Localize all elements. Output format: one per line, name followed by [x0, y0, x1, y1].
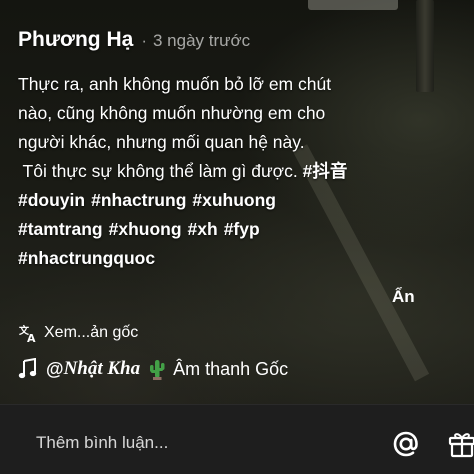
- video-screen[interactable]: Phương Hạ · 3 ngày trước Thực ra, anh kh…: [0, 0, 474, 474]
- caption: Thực ra, anh không muốn bỏ lỡ em chút nà…: [18, 70, 438, 273]
- author-name[interactable]: Phương Hạ: [18, 28, 133, 52]
- hashtag[interactable]: #tamtrang: [18, 219, 103, 239]
- gift-icon[interactable]: [447, 429, 474, 459]
- cactus-icon: [150, 360, 165, 380]
- hashtag[interactable]: #xhuong: [109, 219, 182, 239]
- music-sound-title: Âm thanh Gốc: [173, 358, 289, 379]
- translate-label: Xem...ản gốc: [44, 324, 139, 341]
- caption-line: Tôi thực sự không thể làm gì được.: [18, 161, 298, 181]
- caption-line: Thực ra, anh không muốn bỏ lỡ em chút: [18, 74, 332, 94]
- post-time: 3 ngày trước: [152, 31, 251, 50]
- at-icon[interactable]: [391, 429, 421, 459]
- hashtag[interactable]: #nhactrungquoc: [18, 248, 155, 268]
- translate-icon: 文 A: [19, 324, 36, 343]
- music-user: Nhật Kha: [63, 358, 141, 379]
- caption-line: nào, cũng không muốn nhường em cho: [18, 103, 326, 123]
- music-at-sign: @: [46, 358, 64, 379]
- translate-button[interactable]: 文 A Xem...ản gốc: [18, 323, 138, 343]
- music-note-icon: [18, 358, 37, 379]
- hashtag[interactable]: #xh: [188, 219, 218, 239]
- post-description: Phương Hạ · 3 ngày trước Thực ra, anh kh…: [18, 28, 438, 273]
- comment-bar: [0, 404, 474, 474]
- hide-button[interactable]: Ẩn: [392, 287, 415, 307]
- hashtag-line: #tamtrang #xhuong #xh #fyp: [18, 215, 438, 244]
- caption-line-with-tag: Tôi thực sự không thể làm gì được. #抖音: [18, 157, 438, 186]
- hashtag[interactable]: #douyin: [18, 190, 85, 210]
- hashtag-line: #douyin #nhactrung #xuhuong: [18, 186, 438, 215]
- hashtag-line: #nhactrungquoc: [18, 244, 438, 273]
- separator-dot: ·: [141, 31, 147, 50]
- caption-line: người khác, nhưng mối quan hệ này.: [18, 132, 305, 152]
- comment-input[interactable]: [36, 429, 366, 457]
- hashtag[interactable]: #xuhuong: [192, 190, 276, 210]
- author-row: Phương Hạ · 3 ngày trước: [18, 28, 438, 58]
- background-sign: [308, 0, 398, 10]
- music-link[interactable]: @ Nhật Kha Âm thanh Gốc: [18, 358, 288, 380]
- hashtag[interactable]: #nhactrung: [91, 190, 186, 210]
- svg-text:A: A: [27, 332, 36, 343]
- hashtag[interactable]: #fyp: [224, 219, 260, 239]
- hashtag[interactable]: #抖音: [303, 161, 348, 181]
